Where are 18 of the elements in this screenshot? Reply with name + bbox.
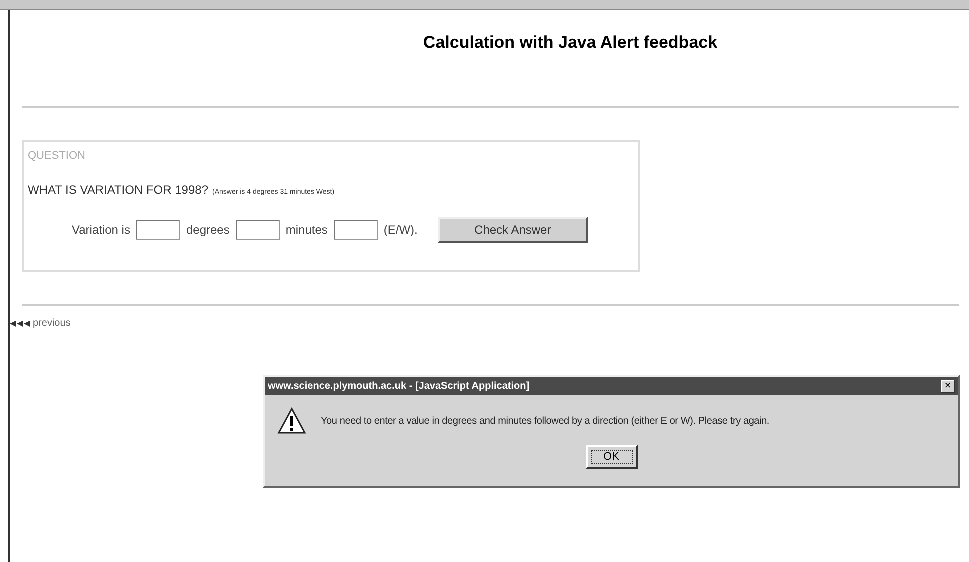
alert-message: You need to enter a value in degrees and minutes followed by a direction (either E or W). Please try again.	[321, 414, 770, 428]
question-text: WHAT IS VARIATION FOR 1998?	[28, 182, 208, 198]
field-label: Variation is	[72, 222, 130, 238]
field-label: degrees	[186, 222, 230, 238]
input-field[interactable]	[236, 220, 280, 240]
check-answer-button[interactable]: Check Answer	[438, 216, 588, 242]
ok-button[interactable]: OK	[586, 445, 638, 469]
close-button[interactable]: ×	[941, 380, 955, 392]
dialog-title: www.science.plymouth.ac.uk - [JavaScript Application]	[268, 380, 530, 394]
question-legend: QUESTION	[28, 148, 86, 164]
field-label: (E/W).	[384, 222, 418, 238]
page-title: Calculation with Java Alert feedback	[423, 32, 718, 54]
input-field[interactable]	[136, 220, 180, 240]
previous-link[interactable]: previous	[33, 316, 71, 331]
warning-icon	[277, 407, 307, 435]
input-field[interactable]	[334, 220, 378, 240]
field-label: minutes	[286, 222, 328, 238]
arrows-icon: ◀◀◀	[10, 318, 31, 330]
